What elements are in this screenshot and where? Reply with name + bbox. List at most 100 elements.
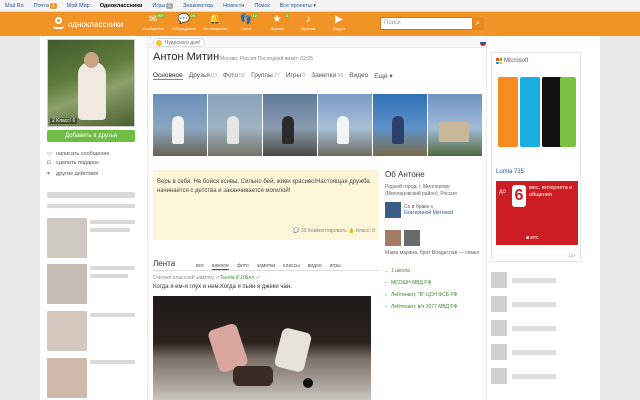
blurred-heading [47, 192, 135, 198]
photo-strip [153, 94, 483, 156]
nav-video[interactable]: ▶ Видео [326, 13, 352, 35]
photo-thumb[interactable] [373, 94, 427, 156]
tab-notes[interactable]: Заметки36 [311, 72, 343, 80]
avatar[interactable]: 2 Класс! 6 [47, 39, 135, 127]
mail-count-badge: 1 [49, 2, 57, 9]
nav-notifications[interactable]: 🔔 Оповещения [202, 13, 228, 35]
mts-banner[interactable]: до 6 мес. интернета и общения ■ мтс [496, 181, 578, 245]
add-friend-button[interactable]: Добавить в друзья [47, 130, 135, 142]
send-gift-link[interactable]: ◘ сделать подарок [47, 160, 99, 166]
chat-icon: 💬 [177, 14, 191, 25]
feed-tab-games[interactable]: игры [330, 263, 341, 270]
ok-header: одноклассники ✉ Сообщения 99+ 💬 Обсужден… [0, 12, 640, 36]
write-message-link[interactable]: ▭ написать сообщение [47, 150, 110, 158]
link-mailru[interactable]: Mail.Ru [5, 3, 24, 9]
job-row[interactable]: ⌂ 1 школа [385, 268, 410, 274]
holiday-badge[interactable]: Чудесного дня! [153, 38, 206, 47]
link-odnoklassniki[interactable]: Одноклассники [100, 3, 143, 9]
ratings-badge: 5 [284, 13, 289, 18]
photo-thumb[interactable] [263, 94, 317, 156]
smile-icon [156, 40, 162, 46]
spouse-link[interactable]: Екатериной Митиной [404, 210, 453, 216]
nav-discussions[interactable]: 💬 Обсуждения 29 [171, 13, 197, 35]
tab-friends[interactable]: Друзья83 [189, 72, 217, 80]
tab-more[interactable]: Ещё ▾ [374, 72, 392, 80]
status-quote: Верь в себя. Не бойся ксивы. Сильно бей,… [153, 170, 379, 240]
feed-tab-all[interactable]: все [196, 263, 204, 270]
tab-games[interactable]: Игры8 [286, 72, 305, 80]
header-nav: ✉ Сообщения 99+ 💬 Обсуждения 29 🔔 Оповещ… [140, 13, 357, 35]
note-text: Когда я ем-я глух и нем.Когда я пьян я д… [153, 284, 292, 290]
photo-thumb[interactable] [153, 94, 207, 156]
mts-logo: ■ мтс [526, 235, 539, 241]
feed-tab-video[interactable]: видео [308, 263, 322, 270]
family-avatar[interactable] [385, 230, 401, 246]
ad-card[interactable]: Microsoft Lumia 735 до 6 мес. интернета … [491, 52, 581, 262]
feed-tab-notes[interactable]: заметки [257, 263, 275, 270]
job-row[interactable]: ▪ МСОШН МВД РФ [385, 280, 431, 286]
ad-model[interactable]: Lumia 735 [496, 169, 524, 175]
blurred-friend [491, 344, 556, 360]
feed-tab-important[interactable]: важное [211, 263, 229, 270]
job-row[interactable]: ▪ Лейтенант, "В" ЦСН ФСБ РФ [385, 292, 457, 298]
link-games[interactable]: Игры 1 [152, 2, 174, 9]
blurred-line [47, 204, 135, 208]
blurred-thumb [47, 358, 87, 398]
about-title: Об Антоне [385, 170, 425, 179]
messages-badge: 99+ [156, 13, 165, 18]
blurred-friend [491, 368, 556, 384]
feed-title: Лента [153, 259, 176, 268]
link-news[interactable]: Новости [223, 3, 244, 9]
video-icon: ▶ [335, 14, 343, 25]
link-myworld[interactable]: Мой Мир [67, 3, 90, 9]
discussions-badge: 29 [189, 13, 196, 18]
other-actions-link[interactable]: ▾ другие действия [47, 170, 98, 178]
nav-music[interactable]: ♪ Музыка [295, 13, 321, 35]
family-avatar[interactable] [404, 230, 420, 246]
status-actions[interactable]: 💬 39 Комментировать 👍 Класс! 8 [293, 227, 375, 236]
link-dating[interactable]: Знакомства [183, 3, 213, 9]
gift-icon: ◘ [47, 160, 51, 166]
marriage-row[interactable]: Со в браке с Екатериной Митиной [385, 202, 453, 218]
blurred-thumb [47, 311, 87, 351]
main-column: Чудесного дня! Антон Митин Москва, Росси… [148, 36, 486, 400]
mts-number: 6 [512, 185, 526, 207]
tab-main[interactable]: Основное [153, 72, 183, 80]
ok-logo[interactable]: одноклассники [52, 17, 123, 32]
search-input[interactable]: Поиск [380, 17, 473, 30]
nav-guests[interactable]: 👣 Гости 12 [233, 13, 259, 35]
blurred-friend [491, 296, 556, 312]
link-mail[interactable]: Почта 1 [34, 2, 57, 9]
tab-groups[interactable]: Группы27 [251, 72, 280, 80]
feed-tab-photo[interactable]: фото [237, 263, 249, 270]
star-icon: ★ [272, 14, 282, 25]
ads-column: Microsoft Lumia 735 до 6 мес. интернета … [486, 36, 600, 400]
blurred-line [90, 274, 128, 278]
tab-video[interactable]: Видео [349, 72, 368, 80]
nav-messages[interactable]: ✉ Сообщения 99+ [140, 13, 166, 35]
tab-photos[interactable]: Фото56 [223, 72, 245, 80]
phone-image [498, 77, 518, 147]
nav-ratings[interactable]: ★ Оценки 5 [264, 13, 290, 35]
profile-subinfo: Москва, Россия Последний визит: 02:05 [220, 56, 313, 62]
blurred-friend [491, 272, 556, 288]
photo-thumb[interactable] [428, 94, 482, 156]
microsoft-logo-icon [496, 58, 502, 64]
phone-image [542, 77, 562, 147]
link-all-projects[interactable]: Все проекты ▾ [280, 3, 316, 9]
photo-thumb[interactable] [318, 94, 372, 156]
status-text: Верь в себя. Не бойся ксивы. Сильно бей,… [157, 179, 370, 194]
job-row[interactable]: ▪ Лейтенант, в/ч 3377 МВД РФ [385, 304, 457, 310]
photo-thumb[interactable] [208, 94, 262, 156]
family-text[interactable]: Мама марина, брат Владислав — семья [385, 250, 485, 257]
feed-tab-likes[interactable]: классы [283, 263, 300, 270]
profile-page: 2 Класс! 6 Добавить в друзья ▭ написать … [40, 36, 600, 400]
avatar-stats: 2 Класс! 6 [50, 118, 78, 124]
spouse-avatar[interactable] [385, 202, 401, 218]
search-icon[interactable]: ⌕ [472, 17, 484, 30]
note-author-link[interactable]: ✓Тында 8 10ёлл ✓ [215, 275, 259, 281]
blurred-line [90, 228, 130, 232]
post-image[interactable] [153, 296, 371, 400]
ad-brand: Microsoft [504, 58, 529, 64]
link-search[interactable]: Поиск [254, 3, 269, 9]
